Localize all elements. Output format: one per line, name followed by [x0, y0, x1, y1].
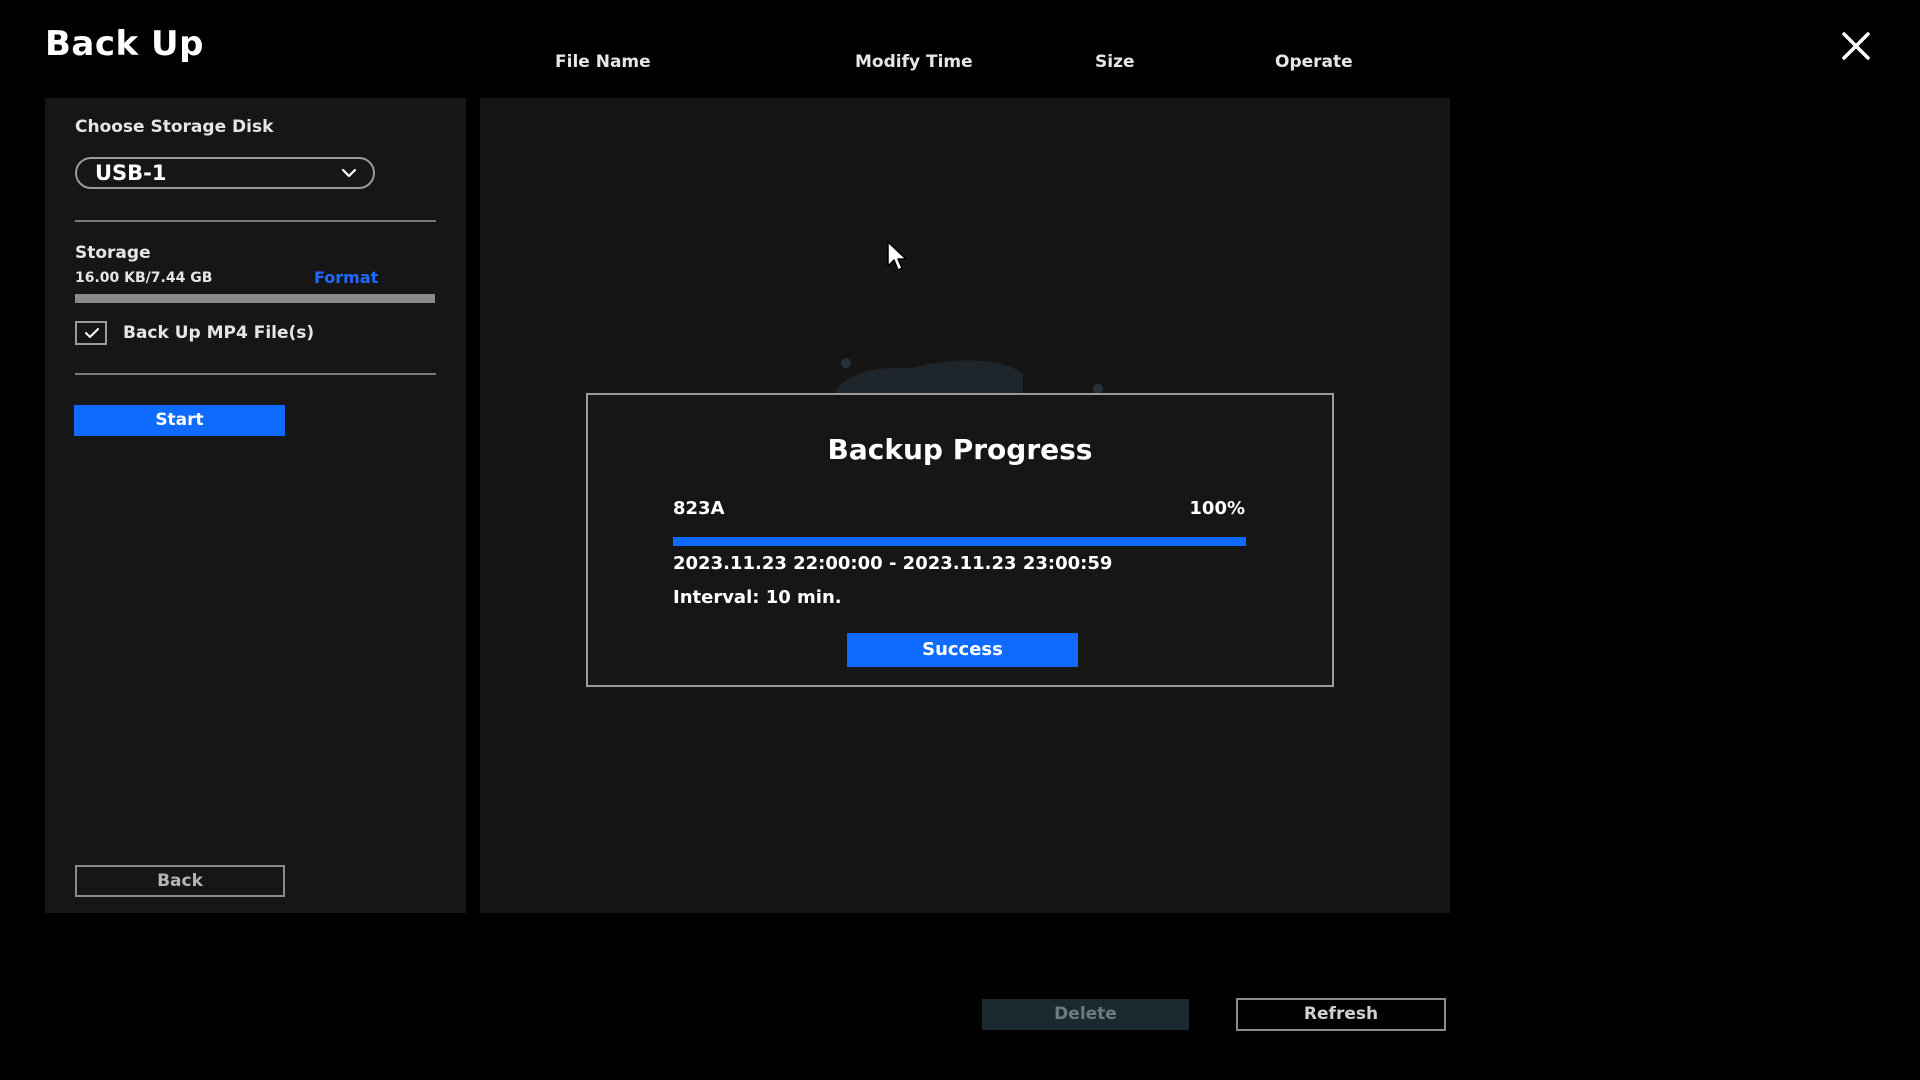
- mouse-cursor-icon: [886, 240, 912, 276]
- sidebar-panel: Choose Storage Disk USB-1 Storage 16.00 …: [45, 98, 466, 913]
- column-header-modify-time[interactable]: Modify Time: [855, 52, 973, 72]
- column-header-file-name[interactable]: File Name: [555, 52, 651, 72]
- chevron-down-icon: [341, 165, 357, 181]
- dialog-title: Backup Progress: [827, 433, 1093, 466]
- progress-percent: 100%: [1189, 498, 1245, 519]
- backup-page: Back Up File Name Modify Time Size Opera…: [0, 0, 1920, 1080]
- checkmark-icon: [85, 328, 99, 338]
- disk-label: Choose Storage Disk: [75, 117, 274, 137]
- progress-bar-fill: [673, 537, 1246, 546]
- divider: [75, 373, 436, 375]
- mp4-checkbox[interactable]: [75, 321, 107, 345]
- disk-select[interactable]: USB-1: [75, 157, 375, 189]
- start-button[interactable]: Start: [74, 405, 285, 436]
- success-button[interactable]: Success: [847, 633, 1078, 667]
- storage-label: Storage: [75, 243, 151, 263]
- progress-bar: [673, 537, 1246, 546]
- delete-button[interactable]: Delete: [982, 999, 1189, 1030]
- column-header-size[interactable]: Size: [1095, 52, 1135, 72]
- refresh-button[interactable]: Refresh: [1236, 998, 1446, 1031]
- format-link[interactable]: Format: [314, 268, 378, 287]
- column-header-operate: Operate: [1275, 52, 1353, 72]
- interval-text: Interval: 10 min.: [673, 587, 842, 608]
- time-range: 2023.11.23 22:00:00 - 2023.11.23 23:00:5…: [673, 553, 1113, 574]
- backup-progress-dialog: Backup Progress 823A 100% 2023.11.23 22:…: [586, 393, 1334, 687]
- divider: [75, 220, 436, 222]
- page-title: Back Up: [45, 24, 204, 64]
- mp4-checkbox-label[interactable]: Back Up MP4 File(s): [123, 323, 314, 343]
- disk-select-value: USB-1: [95, 161, 167, 185]
- close-icon[interactable]: [1838, 28, 1874, 64]
- camera-name: 823A: [673, 498, 725, 519]
- back-button[interactable]: Back: [75, 865, 285, 897]
- storage-used-text: 16.00 KB/7.44 GB: [75, 270, 213, 286]
- storage-bar: [75, 294, 435, 303]
